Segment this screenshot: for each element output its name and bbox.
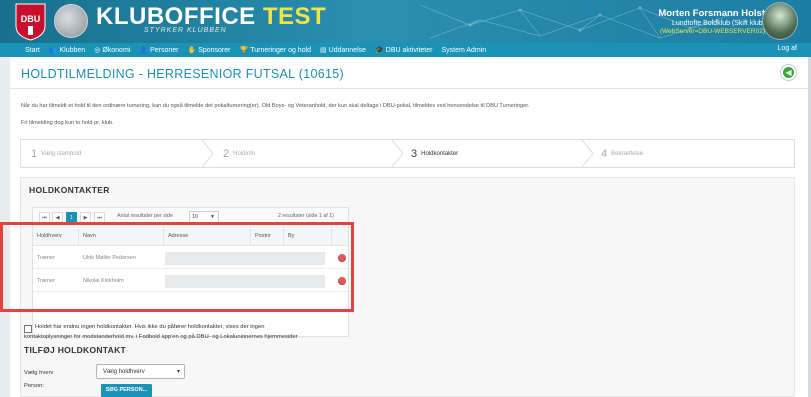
nav-label: Uddannelse — [328, 46, 367, 54]
nav-system-admin[interactable]: System Admin — [441, 47, 486, 54]
back-button[interactable]: ◀ — [780, 64, 797, 81]
step-number: 2 — [223, 147, 230, 160]
coin-icon: ◎ — [94, 47, 101, 54]
nav-label: DBU aktiviteter — [385, 46, 433, 54]
step-label: Vælg stamhold — [41, 150, 82, 157]
wizard-step-1[interactable]: 1 Vælg stamhold — [31, 140, 81, 167]
per-page-value: 10 — [192, 214, 199, 220]
nav-label: Turneringer og hold — [250, 46, 312, 54]
info-text: Når du har tilmeldt et hold til den ordi… — [21, 103, 530, 109]
step-number: 3 — [411, 147, 418, 160]
step-number: 1 — [31, 147, 38, 160]
logout-link[interactable]: Log af — [778, 45, 797, 52]
person-label: Person: — [24, 383, 44, 389]
page-title: HOLDTILMELDING - HERRESENIOR FUTSAL (106… — [21, 67, 344, 81]
nav-label: Økonomi — [102, 46, 131, 54]
brand-main: KLUBOFFICE — [96, 3, 256, 30]
nav-personer[interactable]: 👤 Personer — [139, 46, 179, 55]
nav-klubben[interactable]: 👥 Klubben — [48, 46, 86, 55]
add-contact-title: TILFØJ HOLDKONTAKT — [24, 345, 127, 355]
step-label: Holdkontakter — [421, 150, 459, 157]
nav-turneringer[interactable]: 🏆 Turneringer og hold — [239, 46, 312, 55]
nav-label: Sponsorer — [198, 46, 231, 54]
step-label: Holdinfo — [233, 150, 256, 157]
brand-suffix: TEST — [262, 3, 327, 30]
role-label: Vælg hverv — [24, 370, 54, 376]
server-label: (WebServer=DBU-WEBSERVER02) — [659, 28, 765, 35]
nav-label: System Admin — [441, 46, 487, 54]
user-info: Morten Forsmann Holst Lundtofte Boldklub… — [658, 8, 765, 35]
chevron-down-icon: ▾ — [176, 369, 180, 375]
arrow-left-icon: ◀ — [783, 67, 794, 78]
svg-text:DBU: DBU — [21, 14, 41, 24]
avatar[interactable] — [762, 2, 798, 40]
tagline: STYRKER KLUBBEN — [144, 27, 227, 34]
user-name: Morten Forsmann Holst — [658, 8, 765, 19]
highlight-box — [0, 222, 354, 312]
step-number: 4 — [601, 147, 608, 160]
nav-sponsorer[interactable]: ✋ Sponsorer — [187, 46, 231, 55]
nav-label: Klubben — [59, 46, 86, 54]
search-person-button[interactable]: SØG PERSON... — [101, 384, 152, 397]
role-select[interactable]: Vælg holdhverv ▾ — [96, 364, 185, 379]
person-icon: 👤 — [139, 47, 149, 54]
chevron-right-icon — [391, 140, 404, 167]
divider — [10, 88, 808, 89]
nav-label: Start — [25, 46, 40, 54]
user-club-link[interactable]: Lundtofte Boldklub (Skift klub) — [658, 20, 765, 27]
step-label: Bekræftelse — [611, 150, 644, 157]
wizard-step-4[interactable]: 4 Bekræftelse — [601, 140, 643, 167]
chevron-right-icon — [201, 140, 214, 167]
club-logo[interactable] — [54, 4, 88, 38]
book-icon: ▤ — [320, 47, 327, 54]
nav-label: Personer — [150, 46, 179, 54]
graduation-icon: 🎓 — [375, 47, 384, 54]
chevron-right-icon — [581, 140, 594, 167]
nav-dbu-aktiviteter[interactable]: 🎓 DBU aktiviteter — [375, 46, 433, 55]
users-icon: 👥 — [48, 47, 58, 54]
wizard-step-3[interactable]: 3 Holdkontakter — [411, 140, 458, 167]
role-select-value: Vælg holdhverv — [103, 369, 145, 375]
handshake-icon: ✋ — [187, 47, 197, 54]
per-page-label: Antal resultater per side — [117, 213, 173, 219]
nav-uddannelse[interactable]: ▤ Uddannelse — [320, 46, 367, 55]
no-contacts-text: Holdet har endnu ingen holdkontakter. Hv… — [35, 324, 265, 330]
nav-okonomi[interactable]: ◎ Økonomi — [94, 46, 131, 55]
contacts-title: HOLDKONTAKTER — [29, 185, 110, 195]
wizard-steps: 1 Vælg stamhold 2 Holdinfo 3 Holdkontakt… — [20, 139, 795, 168]
wizard-step-2[interactable]: 2 Holdinfo — [223, 140, 255, 167]
info-text-2: Fri tilmelding dog kun to hold pr. klub. — [21, 120, 114, 126]
trophy-icon: 🏆 — [239, 47, 249, 54]
dbu-logo[interactable]: DBU — [14, 2, 47, 41]
no-contacts-checkbox[interactable] — [24, 325, 32, 333]
nav-start[interactable]: Start — [25, 47, 40, 54]
no-contacts-text-2: kontaktoplysninger for modstanderhold mv… — [24, 334, 298, 340]
header-banner: DBU KLUBOFFICE TEST STYRKER KLUBBEN Mort… — [0, 0, 811, 43]
main-nav: Start 👥 Klubben ◎ Økonomi 👤 Personer ✋ Spons… — [0, 43, 811, 57]
result-count: 2 resultater (side 1 af 1) — [278, 213, 334, 219]
